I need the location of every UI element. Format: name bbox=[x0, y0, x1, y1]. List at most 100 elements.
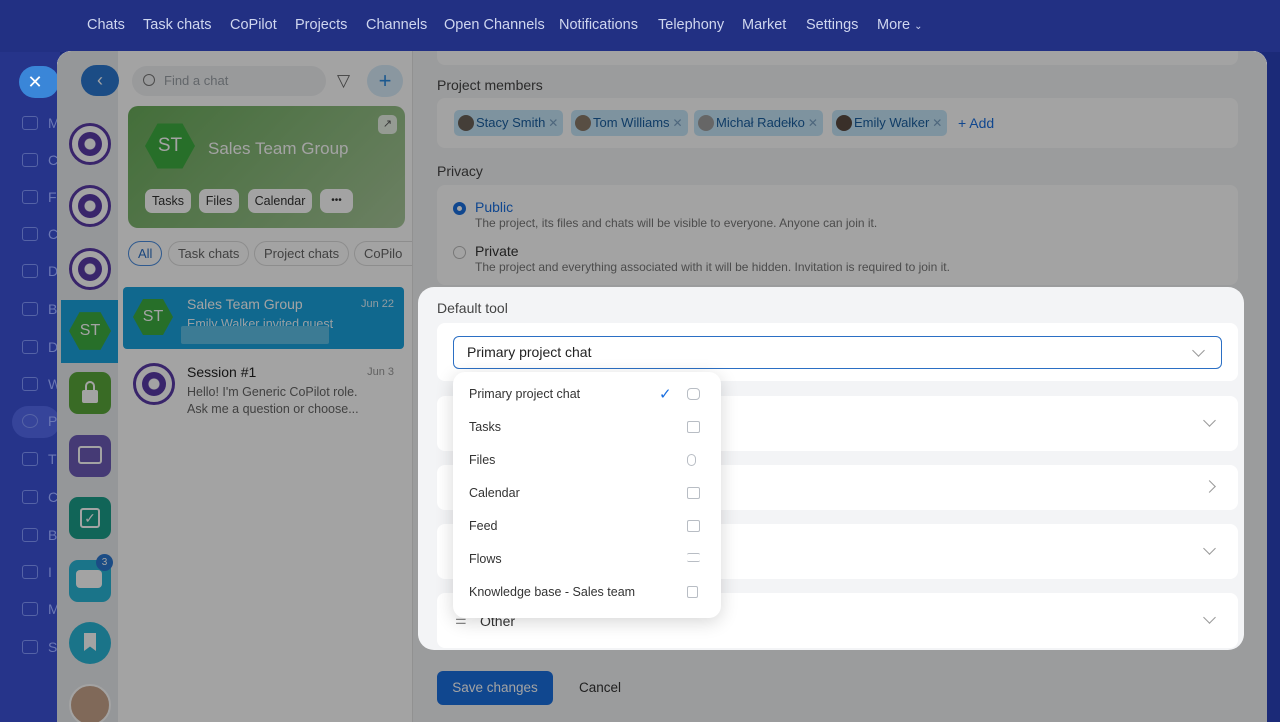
sidebar-icon[interactable] bbox=[22, 602, 38, 616]
nav-notifications[interactable]: Notifications bbox=[559, 17, 638, 33]
member-chip[interactable]: Tom Williams ✕ bbox=[571, 110, 688, 136]
filter-project-chats[interactable]: Project chats bbox=[254, 241, 350, 266]
filter-icon[interactable]: ▽ bbox=[337, 71, 350, 91]
nav-more-label: More bbox=[877, 17, 911, 33]
privacy-public-desc: The project, its files and chats will be… bbox=[475, 216, 878, 230]
member-chip[interactable]: Stacy Smith ✕ bbox=[454, 110, 564, 136]
nav-market[interactable]: Market bbox=[742, 17, 786, 33]
radio-public[interactable] bbox=[453, 202, 466, 215]
add-chat-button[interactable]: + bbox=[367, 65, 403, 97]
privacy-public-title: Public bbox=[475, 199, 514, 215]
menu-item-label: Tasks bbox=[469, 420, 501, 434]
contact-card-icon[interactable] bbox=[69, 435, 111, 477]
card-calendar-button[interactable]: Calendar bbox=[248, 189, 312, 213]
sidebar-icon[interactable] bbox=[22, 414, 38, 428]
check-icon: ✓ bbox=[659, 386, 672, 403]
sidebar-icon[interactable] bbox=[22, 452, 38, 466]
list-item[interactable]: Session #1 Jun 3 Hello! I'm Generic CoPi… bbox=[123, 355, 404, 417]
open-external-icon[interactable]: ↗ bbox=[378, 115, 397, 134]
chat-title: Sales Team Group bbox=[187, 296, 303, 312]
chevron-down-icon bbox=[1203, 414, 1216, 427]
card-tasks-button[interactable]: Tasks bbox=[145, 189, 191, 213]
nav-settings[interactable]: Settings bbox=[806, 17, 858, 33]
sidebar-icon[interactable] bbox=[22, 340, 38, 354]
remove-icon[interactable]: ✕ bbox=[673, 110, 683, 136]
member-name: Emily Walker bbox=[854, 115, 930, 130]
menu-item-calendar[interactable]: Calendar bbox=[453, 477, 721, 510]
remove-icon[interactable]: ✕ bbox=[808, 110, 818, 136]
filter-task-chats[interactable]: Task chats bbox=[168, 241, 250, 266]
default-tool-dropdown: Primary project chat ✓ Tasks Files Calend… bbox=[453, 372, 721, 618]
copilot-avatar-icon[interactable] bbox=[69, 123, 111, 165]
filter-copilot[interactable]: CoPilo bbox=[354, 241, 412, 266]
filter-all[interactable]: All bbox=[128, 241, 163, 266]
sidebar-icon[interactable] bbox=[22, 565, 38, 579]
checklist-icon[interactable]: ✓ bbox=[69, 497, 111, 539]
member-name: Tom Williams bbox=[593, 115, 670, 130]
menu-item-knowledge-base[interactable]: Knowledge base - Sales team bbox=[453, 576, 721, 609]
blurred-text bbox=[181, 326, 329, 344]
user-avatar[interactable] bbox=[69, 684, 111, 722]
member-chip[interactable]: Emily Walker ✕ bbox=[832, 110, 948, 136]
menu-item-label: Flows bbox=[469, 552, 502, 566]
copilot-avatar-icon[interactable] bbox=[69, 185, 111, 227]
sidebar-icon[interactable] bbox=[22, 153, 38, 167]
nav-channels[interactable]: Channels bbox=[366, 17, 427, 33]
chevron-right-icon bbox=[1203, 480, 1216, 493]
sidebar-icon[interactable] bbox=[22, 116, 38, 130]
menu-item-files[interactable]: Files bbox=[453, 444, 721, 477]
nav-chats[interactable]: Chats bbox=[87, 17, 125, 33]
rail-active-item[interactable]: ST bbox=[61, 300, 118, 363]
close-icon[interactable]: ✕ bbox=[19, 66, 59, 98]
remove-icon[interactable]: ✕ bbox=[548, 110, 558, 136]
nav-more[interactable]: More ⌄ bbox=[877, 17, 922, 33]
search-placeholder: Find a chat bbox=[164, 73, 229, 88]
menu-item-label: Primary project chat bbox=[469, 387, 581, 401]
radio-private[interactable] bbox=[453, 246, 466, 259]
save-button[interactable]: Save changes bbox=[437, 671, 553, 705]
members-label: Project members bbox=[437, 77, 543, 93]
paperclip-icon bbox=[687, 454, 696, 466]
menu-item-flows[interactable]: Flows bbox=[453, 543, 721, 576]
group-avatar: ST bbox=[69, 312, 111, 350]
avatar bbox=[836, 115, 852, 131]
sidebar-icon[interactable] bbox=[22, 377, 38, 391]
chevron-down-icon: ⌄ bbox=[914, 21, 923, 32]
nav-projects[interactable]: Projects bbox=[295, 17, 347, 33]
menu-item-feed[interactable]: Feed bbox=[453, 510, 721, 543]
cancel-button[interactable]: Cancel bbox=[579, 680, 621, 695]
lock-icon[interactable] bbox=[69, 372, 111, 414]
default-tool-select[interactable]: Primary project chat bbox=[453, 336, 1222, 369]
nav-task-chats[interactable]: Task chats bbox=[143, 17, 212, 33]
add-member-link[interactable]: + Add bbox=[958, 115, 994, 131]
copilot-avatar-icon[interactable] bbox=[69, 248, 111, 290]
member-name: Stacy Smith bbox=[476, 115, 546, 130]
chat-bubble-icon[interactable]: 3 bbox=[69, 554, 113, 602]
menu-item-tasks[interactable]: Tasks bbox=[453, 411, 721, 444]
member-chip[interactable]: Michał Radełko ✕ bbox=[694, 110, 823, 136]
flows-icon bbox=[687, 553, 700, 562]
list-item-active[interactable]: ST Sales Team Group Jun 22 Emily Walker … bbox=[123, 287, 404, 349]
more-icon[interactable]: ••• bbox=[320, 189, 353, 213]
search-input[interactable]: Find a chat bbox=[132, 66, 326, 96]
sidebar-icon[interactable] bbox=[22, 264, 38, 278]
nav-copilot[interactable]: CoPilot bbox=[230, 17, 277, 33]
chat-date: Jun 3 bbox=[367, 366, 394, 378]
feed-icon bbox=[687, 520, 700, 532]
sidebar-icon[interactable] bbox=[22, 190, 38, 204]
nav-telephony[interactable]: Telephony bbox=[658, 17, 724, 33]
collapse-icon[interactable]: ‹ bbox=[81, 65, 119, 96]
group-card[interactable]: ST Sales Team Group ↗ Tasks Files Calend… bbox=[128, 106, 405, 228]
sidebar-icon[interactable] bbox=[22, 302, 38, 316]
sidebar-icon[interactable] bbox=[22, 528, 38, 542]
sidebar-icon[interactable] bbox=[22, 490, 38, 504]
sidebar-icon[interactable] bbox=[22, 640, 38, 654]
sidebar-item-label: P bbox=[48, 413, 58, 429]
card-files-button[interactable]: Files bbox=[199, 189, 239, 213]
sidebar-icon[interactable] bbox=[22, 227, 38, 241]
remove-icon[interactable]: ✕ bbox=[932, 110, 942, 136]
nav-open-channels[interactable]: Open Channels bbox=[444, 17, 545, 33]
bookmark-icon[interactable] bbox=[69, 622, 111, 664]
menu-item-primary-chat[interactable]: Primary project chat ✓ bbox=[453, 378, 721, 411]
sidebar-item-label: B bbox=[48, 301, 58, 317]
